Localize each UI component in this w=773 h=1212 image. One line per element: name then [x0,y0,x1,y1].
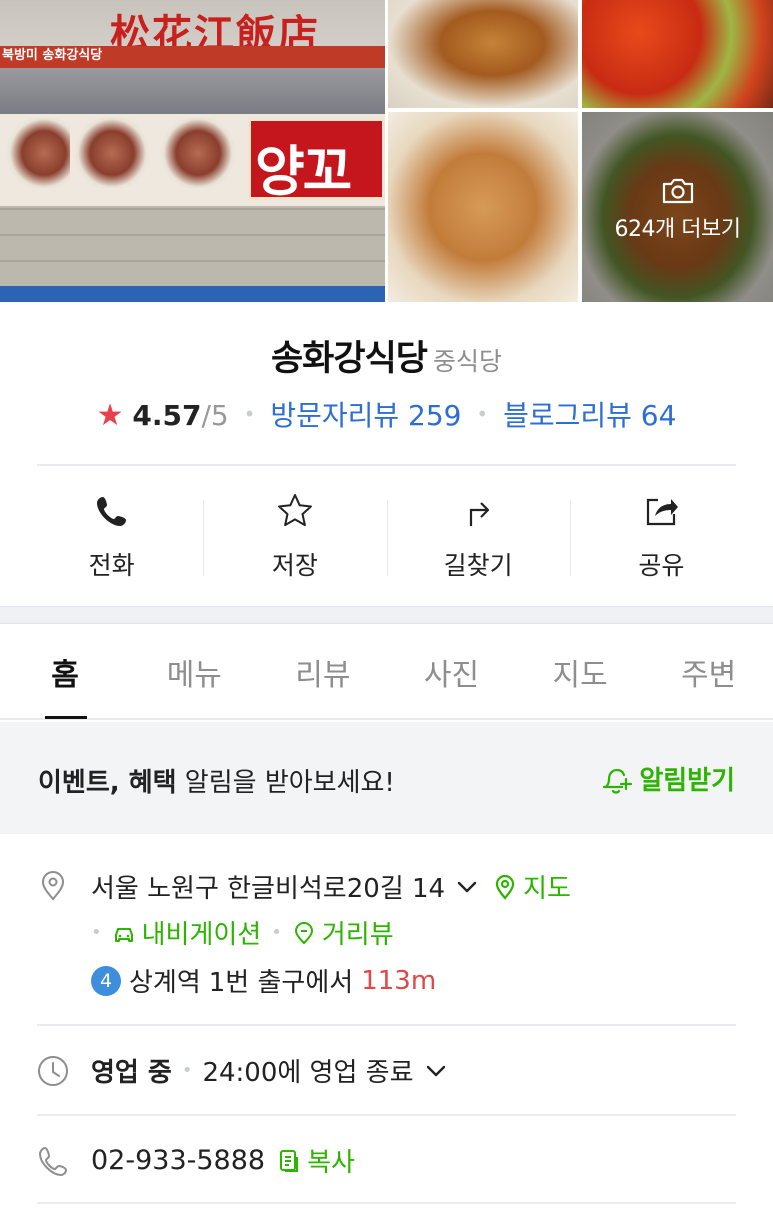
storefront-sign-sub: 북방미 송화강식당 [2,48,103,63]
more-photos-button[interactable]: 624개 더보기 [582,112,773,302]
tab-reviews[interactable]: 리뷰 [259,624,388,718]
clock-icon [38,1056,68,1086]
call-label: 전화 [88,551,135,580]
subway-station: 상계역 [129,968,201,998]
phone-outline-icon [39,1147,67,1176]
tab-bar: 홈 메뉴 리뷰 사진 지도 주변 [0,624,773,720]
share-icon [647,498,679,526]
map-pin-icon [495,874,515,900]
place-category: 중식당 [433,347,503,376]
visitor-reviews-link[interactable]: 방문자리뷰 259 [270,399,461,432]
bell-plus-icon [603,768,633,794]
divider [37,1024,736,1026]
food-photo-2[interactable] [582,0,773,108]
chevron-down-icon[interactable] [455,875,479,899]
call-button[interactable]: 전화 [20,488,203,588]
copy-icon [280,1149,299,1172]
subway-distance: 113m [361,965,437,996]
address-row[interactable]: 서울 노원구 한글비석로20길 14 지도 [91,868,571,905]
star-outline-icon [277,494,312,527]
event-banner: 이벤트, 혜택 알림을 받아보세요! 알림받기 [0,722,773,834]
street-view-link[interactable]: 거리뷰 [292,914,394,951]
directions-label: 길찾기 [443,551,513,580]
phone-number[interactable]: 02-933-5888 [91,1145,265,1176]
notify-label: 알림받기 [639,766,735,796]
event-text: 이벤트, 혜택 알림을 받아보세요! [38,768,395,798]
directions-icon [470,502,490,526]
storefront-board: 양꼬치 [248,118,385,282]
rating-max: /5 [201,399,229,432]
place-name: 송화강식당 [270,339,428,379]
address-text: 서울 노원구 한글비석로20길 14 [91,874,446,904]
divider [37,1202,736,1204]
food-photo-3[interactable] [388,112,578,302]
navigation-link[interactable]: 내비게이션 [112,914,262,951]
business-hours-row[interactable]: 영업 중 • 24:00에 영업 종료 [91,1052,448,1089]
rating-row: ★ 4.57/5 • 방문자리뷰 259 • 블로그리뷰 64 [96,398,677,433]
tab-photos[interactable]: 사진 [387,624,516,718]
save-button[interactable]: 저장 [203,488,386,588]
phone-row: 02-933-5888 복사 [91,1142,355,1179]
location-pin-icon [41,871,65,901]
storefront-photo[interactable]: 松花江飯店 북방미 송화강식당 양꼬치 [0,0,385,302]
star-icon: ★ [96,398,124,433]
phone-icon [96,497,126,526]
copy-button[interactable]: 복사 [277,1142,355,1179]
street-view-pin-icon [294,921,313,944]
copy-label: 복사 [307,1148,355,1178]
divider [37,464,736,466]
photo-gallery[interactable]: 松花江飯店 북방미 송화강식당 양꼬치 624개 더보기 [0,0,773,302]
save-label: 저장 [271,551,318,580]
place-title-row: 송화강식당 중식당 [0,330,773,381]
section-gap [0,606,773,624]
tab-nearby[interactable]: 주변 [644,624,773,718]
subway-line-badge: 4 [91,965,121,996]
action-bar: 전화 저장 길찾기 공유 [20,488,753,588]
rating-value: 4.57 [132,399,202,432]
blog-reviews-link[interactable]: 블로그리뷰 64 [503,399,676,432]
map-link-label: 지도 [523,874,571,904]
divider [37,1114,736,1116]
car-icon [114,927,133,942]
subway-info: 4 상계역 1번 출구에서 113m [91,962,436,999]
share-button[interactable]: 공유 [569,488,753,588]
route-links: • 내비게이션 • 거리뷰 [91,914,394,951]
notify-button[interactable]: 알림받기 [599,760,735,797]
chevron-down-icon[interactable] [424,1059,448,1083]
tab-menu[interactable]: 메뉴 [130,624,259,718]
camera-icon [662,178,693,204]
subway-exit-text: 1번 출구에서 [208,968,354,998]
tab-map[interactable]: 지도 [516,624,645,718]
share-label: 공유 [638,551,685,580]
business-status: 영업 중 [91,1058,172,1088]
navigation-label: 내비게이션 [141,920,262,950]
more-photos-label: 624개 더보기 [614,217,741,242]
food-photo-1[interactable] [388,0,578,108]
directions-button[interactable]: 길찾기 [386,488,570,588]
street-view-label: 거리뷰 [321,920,394,950]
map-link[interactable]: 지도 [493,868,571,905]
tab-home[interactable]: 홈 [0,624,130,719]
business-hours-text: 24:00에 영업 종료 [202,1058,414,1088]
